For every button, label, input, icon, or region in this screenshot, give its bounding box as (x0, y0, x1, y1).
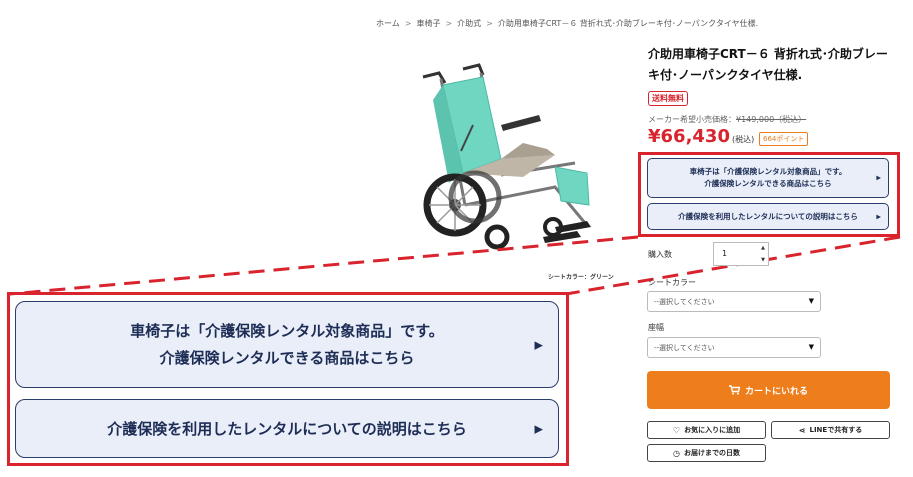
seat-width-selected: --選択してください (654, 344, 715, 352)
heart-icon: ♡ (672, 425, 681, 435)
breadcrumb-assist-type[interactable]: 介助式 (457, 19, 481, 28)
add-to-cart-label: カートにいれる (744, 386, 808, 397)
favorite-button[interactable]: ♡ お気に入りに追加 (647, 421, 766, 439)
delivery-days-label: お届けまでの日数 (683, 449, 740, 457)
seat-color-caption: シートカラー：グリーン (548, 274, 614, 281)
share-line-label: LINEで共有する (809, 426, 863, 434)
seat-color-label: シートカラー (648, 278, 696, 287)
breadcrumb-separator: > (486, 19, 493, 28)
list-price-value: ¥149,000（税込） (736, 115, 807, 124)
breadcrumb-separator: > (445, 19, 453, 28)
dropdown-arrow-icon: ▼ (808, 297, 814, 305)
share-icon: ⋖ (798, 425, 806, 435)
caret-up-icon[interactable]: ▲ (761, 245, 765, 251)
price-value: ¥66,430 (648, 126, 730, 147)
list-price-label: メーカー希望小売価格： (648, 115, 736, 124)
dropdown-arrow-icon: ▼ (808, 343, 814, 351)
breadcrumb-current: 介助用車椅子CRT－６ 背折れ式･介助ブレーキ付･ノーパンクタイヤ仕様. (497, 19, 759, 28)
rental-explain-button-zoomed[interactable]: 介護保険を利用したレンタルについての説明はこちら ▶ (15, 399, 559, 458)
chevron-right-icon: ▶ (534, 338, 543, 351)
breadcrumb-separator: > (404, 19, 412, 28)
rental-explain-label-zoomed: 介護保険を利用したレンタルについての説明はこちら (107, 420, 467, 438)
list-price: メーカー希望小売価格：¥149,000（税込） (648, 114, 806, 125)
delivery-days-button[interactable]: ◷ お届けまでの日数 (647, 444, 766, 462)
clock-icon: ◷ (673, 448, 680, 458)
sale-price: ¥66,430 (税込) (648, 126, 754, 147)
rental-eligible-line2-zoomed: 介護保険レンタルできる商品はこちら (159, 348, 415, 367)
free-shipping-badge: 送料無料 (648, 91, 688, 106)
seat-color-selected: --選択してください (654, 298, 715, 306)
rental-eligible-button-zoomed[interactable]: 車椅子は「介護保険レンタル対象商品」です。 介護保険レンタルできる商品はこちら … (15, 301, 559, 388)
seat-width-label: 座幅 (648, 323, 664, 332)
tax-label: (税込) (731, 135, 755, 144)
product-title: 介助用車椅子CRT－６ 背折れ式･介助ブレーキ付･ノーパンクタイヤ仕様. (648, 47, 888, 82)
points-badge: 664ポイント (759, 132, 809, 146)
breadcrumb-wheelchair[interactable]: 車椅子 (416, 19, 440, 28)
seat-color-select[interactable]: --選択してください ▼ (647, 291, 821, 312)
favorite-label: お気に入りに追加 (684, 426, 741, 434)
quantity-value: 1 (722, 249, 728, 258)
highlight-frame-small (638, 152, 900, 237)
seat-width-select[interactable]: --選択してください ▼ (647, 337, 821, 358)
cart-icon (728, 385, 740, 395)
share-line-button[interactable]: ⋖ LINEで共有する (771, 421, 890, 439)
breadcrumb-home[interactable]: ホーム (376, 19, 400, 28)
chevron-right-icon: ▶ (534, 422, 543, 435)
rental-eligible-line1-zoomed: 車椅子は「介護保険レンタル対象商品」です。 (130, 321, 444, 340)
caret-down-icon[interactable]: ▼ (761, 257, 765, 263)
breadcrumb: ホーム > 車椅子 > 介助式 > 介助用車椅子CRT－６ 背折れ式･介助ブレーキ付･ノーパ… (376, 18, 758, 29)
quantity-stepper[interactable]: 1 ▲ ▼ (713, 242, 769, 266)
quantity-label: 購入数 (648, 250, 672, 259)
add-to-cart-button[interactable]: カートにいれる (647, 371, 890, 409)
wheelchair-product-image[interactable] (405, 55, 615, 270)
